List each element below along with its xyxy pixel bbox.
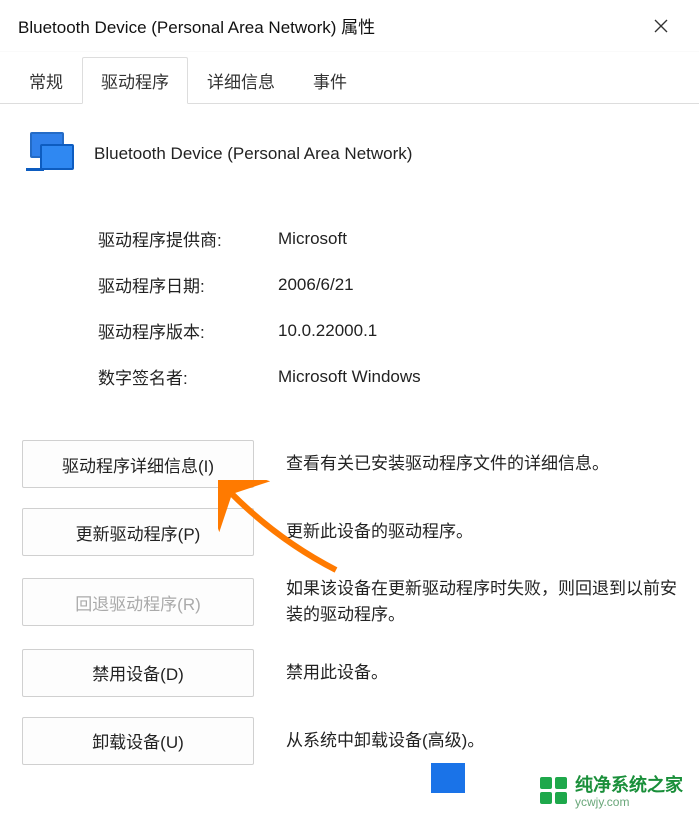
- signer-label: 数字签名者:: [98, 364, 278, 389]
- watermark-logo-icon: [540, 777, 567, 804]
- tab-general[interactable]: 常规: [10, 57, 82, 104]
- provider-value: Microsoft: [278, 229, 347, 249]
- info-row-version: 驱动程序版本: 10.0.22000.1: [98, 310, 677, 356]
- date-label: 驱动程序日期:: [98, 272, 278, 297]
- info-row-signer: 数字签名者: Microsoft Windows: [98, 356, 677, 402]
- watermark-url: ycwjy.com: [575, 795, 683, 809]
- titlebar: Bluetooth Device (Personal Area Network)…: [0, 0, 699, 52]
- action-row-update: 更新驱动程序(P) 更新此设备的驱动程序。: [22, 498, 677, 566]
- disable-device-button[interactable]: 禁用设备(D): [22, 649, 254, 697]
- watermark-brand: 纯净系统之家: [575, 775, 683, 795]
- date-value: 2006/6/21: [278, 275, 354, 295]
- action-row-disable: 禁用设备(D) 禁用此设备。: [22, 639, 677, 707]
- uninstall-device-button[interactable]: 卸载设备(U): [22, 717, 254, 765]
- info-row-date: 驱动程序日期: 2006/6/21: [98, 264, 677, 310]
- update-driver-button[interactable]: 更新驱动程序(P): [22, 508, 254, 556]
- driver-info: 驱动程序提供商: Microsoft 驱动程序日期: 2006/6/21 驱动程…: [22, 194, 677, 410]
- network-device-icon: [26, 132, 76, 176]
- tab-events[interactable]: 事件: [294, 57, 366, 104]
- device-name: Bluetooth Device (Personal Area Network): [94, 144, 412, 164]
- update-driver-desc: 更新此设备的驱动程序。: [286, 519, 473, 545]
- disable-device-desc: 禁用此设备。: [286, 660, 388, 686]
- version-value: 10.0.22000.1: [278, 321, 377, 341]
- actions-area: 驱动程序详细信息(I) 查看有关已安装驱动程序文件的详细信息。 更新驱动程序(P…: [22, 410, 677, 775]
- signer-value: Microsoft Windows: [278, 367, 421, 387]
- ok-button-partial[interactable]: [431, 763, 465, 793]
- watermark: 纯净系统之家 ycwjy.com: [534, 769, 689, 811]
- provider-label: 驱动程序提供商:: [98, 226, 278, 251]
- action-row-details: 驱动程序详细信息(I) 查看有关已安装驱动程序文件的详细信息。: [22, 430, 677, 498]
- action-row-rollback: 回退驱动程序(R) 如果该设备在更新驱动程序时失败，则回退到以前安装的驱动程序。: [22, 566, 677, 639]
- window-title: Bluetooth Device (Personal Area Network)…: [18, 13, 375, 38]
- action-row-uninstall: 卸载设备(U) 从系统中卸载设备(高级)。: [22, 707, 677, 775]
- tab-content: Bluetooth Device (Personal Area Network)…: [0, 104, 699, 775]
- driver-details-desc: 查看有关已安装驱动程序文件的详细信息。: [286, 451, 609, 477]
- info-row-provider: 驱动程序提供商: Microsoft: [98, 218, 677, 264]
- close-icon: [653, 18, 669, 34]
- uninstall-device-desc: 从系统中卸载设备(高级)。: [286, 728, 484, 754]
- tab-details[interactable]: 详细信息: [188, 57, 294, 104]
- rollback-driver-desc: 如果该设备在更新驱动程序时失败，则回退到以前安装的驱动程序。: [286, 576, 677, 629]
- close-button[interactable]: [641, 6, 681, 46]
- rollback-driver-button: 回退驱动程序(R): [22, 578, 254, 626]
- driver-details-button[interactable]: 驱动程序详细信息(I): [22, 440, 254, 488]
- tab-driver[interactable]: 驱动程序: [82, 57, 188, 104]
- version-label: 驱动程序版本:: [98, 318, 278, 343]
- tab-bar: 常规 驱动程序 详细信息 事件: [0, 56, 699, 104]
- device-header: Bluetooth Device (Personal Area Network): [22, 128, 677, 194]
- watermark-text: 纯净系统之家 ycwjy.com: [575, 771, 683, 809]
